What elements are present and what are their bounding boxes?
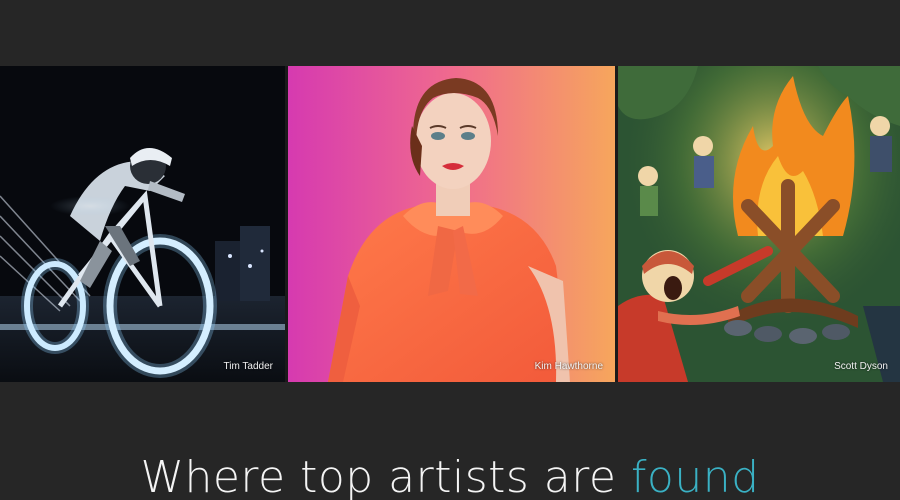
photo-credit: Kim Hawthorne <box>534 361 603 372</box>
tagline-main: Where top artists are <box>140 452 631 500</box>
artist-gallery: Tim Tadder Kim Hawthorne Scott Dyson <box>0 66 900 382</box>
tagline-accent: found <box>630 452 760 500</box>
promo-banner: Tim Tadder Kim Hawthorne Scott Dyson Whe… <box>0 0 900 500</box>
portrait-photo <box>328 78 570 382</box>
tagline: Where top artists are found <box>0 452 900 500</box>
photo-credit: Scott Dyson <box>834 361 888 372</box>
cyclist-photo <box>0 66 285 382</box>
gallery-tile-portrait[interactable]: Kim Hawthorne <box>288 66 615 382</box>
gallery-tile-cyclist[interactable]: Tim Tadder <box>0 66 285 382</box>
gallery-tile-illustration[interactable]: Scott Dyson <box>618 66 900 382</box>
photo-credit: Tim Tadder <box>223 361 273 372</box>
campfire-illustration <box>618 66 900 382</box>
